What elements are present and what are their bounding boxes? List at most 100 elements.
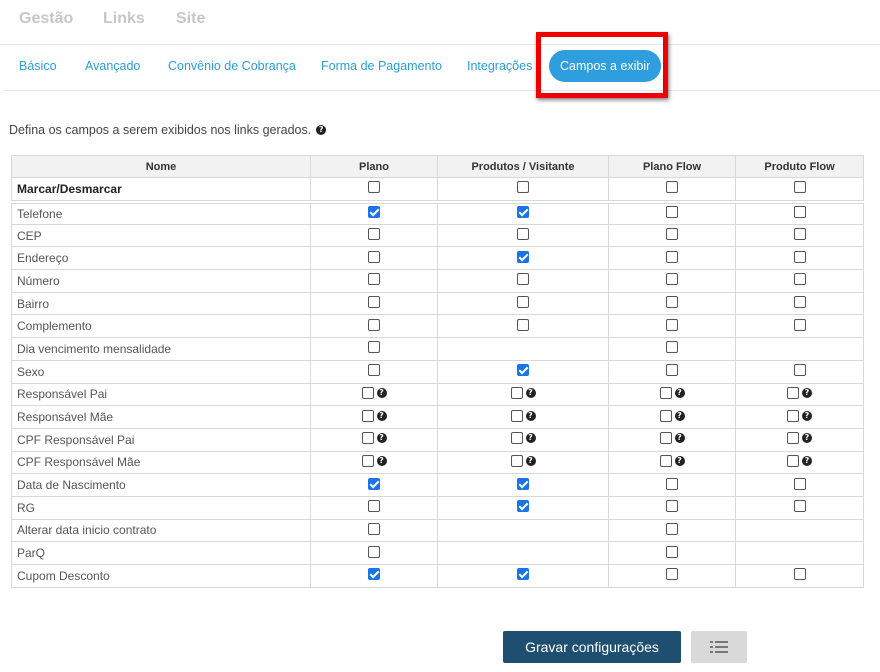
checkbox-produtos-visitante[interactable] bbox=[517, 364, 529, 377]
checkbox-produtos-visitante[interactable] bbox=[517, 318, 529, 331]
list-button[interactable] bbox=[691, 631, 747, 663]
checkbox-produtos-visitante[interactable] bbox=[510, 409, 523, 422]
checkbox-plano-flow[interactable] bbox=[666, 500, 678, 513]
checkbox-plano-flow[interactable] bbox=[666, 522, 678, 535]
help-icon[interactable]: ? bbox=[674, 410, 685, 421]
help-icon[interactable]: ? bbox=[376, 433, 387, 444]
tab-avancado[interactable]: Avançado bbox=[85, 59, 140, 73]
field-name: Cupom Desconto bbox=[11, 564, 311, 588]
checkbox-produtos-visitante[interactable] bbox=[517, 250, 529, 263]
checkbox-plano-flow[interactable] bbox=[666, 206, 678, 219]
checkbox-plano-flow[interactable] bbox=[659, 409, 672, 422]
checkbox-plano[interactable] bbox=[368, 206, 380, 219]
help-icon[interactable]: ? bbox=[525, 433, 536, 444]
cell-produtos-visitante bbox=[437, 314, 609, 339]
checkbox-plano-flow[interactable] bbox=[666, 318, 678, 331]
toggle-all-row: Marcar/Desmarcar bbox=[11, 177, 864, 204]
checkbox-produto-flow[interactable] bbox=[793, 296, 806, 309]
tab-campos-a-exibir[interactable]: Campos a exibir bbox=[549, 50, 662, 82]
cell-produto-flow bbox=[735, 291, 864, 316]
checkbox-plano-flow[interactable] bbox=[666, 568, 678, 581]
checkbox-plano[interactable] bbox=[368, 318, 380, 331]
checkbox-produto-flow[interactable] bbox=[793, 364, 806, 377]
checkbox-produto-flow[interactable] bbox=[793, 206, 806, 219]
checkbox-plano-flow[interactable] bbox=[666, 273, 678, 286]
checkbox-plano[interactable] bbox=[368, 341, 380, 354]
save-settings-button[interactable]: Gravar configurações bbox=[503, 631, 681, 663]
checkbox-plano-flow[interactable] bbox=[666, 545, 678, 558]
checkbox-plano-flow[interactable] bbox=[666, 228, 678, 241]
checkbox-plano-flow[interactable] bbox=[666, 364, 678, 377]
checkbox-produtos-visitante[interactable] bbox=[517, 477, 529, 490]
tab-convenio-de-cobranca[interactable]: Convênio de Cobrança bbox=[168, 59, 296, 73]
toggle-all-checkbox-plano[interactable] bbox=[368, 181, 380, 194]
checkbox-produto-flow[interactable] bbox=[793, 318, 806, 331]
help-icon[interactable]: ? bbox=[802, 455, 812, 466]
checkbox-produto-flow[interactable] bbox=[793, 228, 806, 241]
checkbox-produto-flow[interactable] bbox=[787, 454, 799, 467]
checkbox-plano-flow[interactable] bbox=[659, 386, 672, 399]
tab-integracoes[interactable]: Integrações bbox=[467, 59, 532, 73]
checkbox-produtos-visitante[interactable] bbox=[517, 273, 529, 286]
checkbox-produto-flow[interactable] bbox=[787, 386, 799, 399]
nav-site[interactable]: Site bbox=[176, 10, 205, 28]
checkbox-produto-flow[interactable] bbox=[787, 432, 799, 445]
checkbox-produtos-visitante[interactable] bbox=[510, 454, 523, 467]
checkbox-plano[interactable] bbox=[361, 409, 374, 422]
checkbox-plano[interactable] bbox=[368, 250, 380, 263]
checkbox-plano-flow[interactable] bbox=[659, 454, 672, 467]
help-icon[interactable]: ? bbox=[376, 455, 387, 466]
help-icon[interactable]: ? bbox=[525, 455, 536, 466]
checkbox-plano[interactable] bbox=[368, 500, 380, 513]
checkbox-plano[interactable] bbox=[368, 545, 380, 558]
checkbox-plano[interactable] bbox=[368, 273, 380, 286]
help-icon[interactable]: ? bbox=[316, 125, 327, 135]
checkbox-plano[interactable] bbox=[368, 477, 380, 490]
checkbox-produtos-visitante[interactable] bbox=[510, 386, 523, 399]
toggle-all-checkbox-produtos-visitante[interactable] bbox=[517, 181, 529, 194]
checkbox-produtos-visitante[interactable] bbox=[517, 206, 529, 219]
tab-basico[interactable]: Básico bbox=[19, 59, 57, 73]
checkbox-plano[interactable] bbox=[368, 228, 380, 241]
help-icon[interactable]: ? bbox=[376, 410, 387, 421]
checkbox-plano[interactable] bbox=[368, 568, 380, 581]
checkbox-produto-flow[interactable] bbox=[793, 568, 806, 581]
help-icon[interactable]: ? bbox=[525, 410, 536, 421]
help-icon[interactable]: ? bbox=[802, 387, 812, 398]
help-icon[interactable]: ? bbox=[802, 410, 812, 421]
checkbox-plano[interactable] bbox=[361, 454, 374, 467]
checkbox-plano-flow[interactable] bbox=[659, 432, 672, 445]
toggle-all-checkbox-produto-flow[interactable] bbox=[793, 181, 806, 194]
cell-produto-flow bbox=[735, 541, 864, 565]
checkbox-produto-flow[interactable] bbox=[793, 250, 806, 263]
nav-links[interactable]: Links bbox=[103, 10, 145, 28]
checkbox-plano[interactable] bbox=[368, 522, 380, 535]
checkbox-produtos-visitante[interactable] bbox=[517, 568, 529, 581]
checkbox-produtos-visitante[interactable] bbox=[517, 296, 529, 309]
checkbox-group bbox=[666, 545, 678, 558]
help-icon[interactable]: ? bbox=[674, 433, 685, 444]
help-icon[interactable]: ? bbox=[525, 387, 536, 398]
checkbox-plano-flow[interactable] bbox=[666, 296, 678, 309]
checkbox-plano-flow[interactable] bbox=[666, 477, 678, 490]
checkbox-produtos-visitante[interactable] bbox=[517, 228, 529, 241]
nav-gestao[interactable]: Gestão bbox=[19, 10, 73, 28]
checkbox-produto-flow[interactable] bbox=[793, 273, 806, 286]
checkbox-plano[interactable] bbox=[361, 386, 374, 399]
tab-forma-de-pagamento[interactable]: Forma de Pagamento bbox=[321, 59, 442, 73]
checkbox-plano[interactable] bbox=[368, 364, 380, 377]
help-icon[interactable]: ? bbox=[674, 455, 685, 466]
checkbox-produto-flow[interactable] bbox=[787, 409, 799, 422]
checkbox-produtos-visitante[interactable] bbox=[517, 500, 529, 513]
checkbox-plano-flow[interactable] bbox=[666, 250, 678, 263]
help-icon[interactable]: ? bbox=[674, 387, 685, 398]
checkbox-plano[interactable] bbox=[361, 432, 374, 445]
toggle-all-checkbox-plano-flow[interactable] bbox=[666, 181, 678, 194]
checkbox-produtos-visitante[interactable] bbox=[510, 432, 523, 445]
checkbox-produto-flow[interactable] bbox=[793, 500, 806, 513]
help-icon[interactable]: ? bbox=[802, 433, 812, 444]
checkbox-plano[interactable] bbox=[368, 296, 380, 309]
checkbox-plano-flow[interactable] bbox=[666, 341, 678, 354]
checkbox-produto-flow[interactable] bbox=[793, 477, 806, 490]
help-icon[interactable]: ? bbox=[376, 387, 387, 398]
